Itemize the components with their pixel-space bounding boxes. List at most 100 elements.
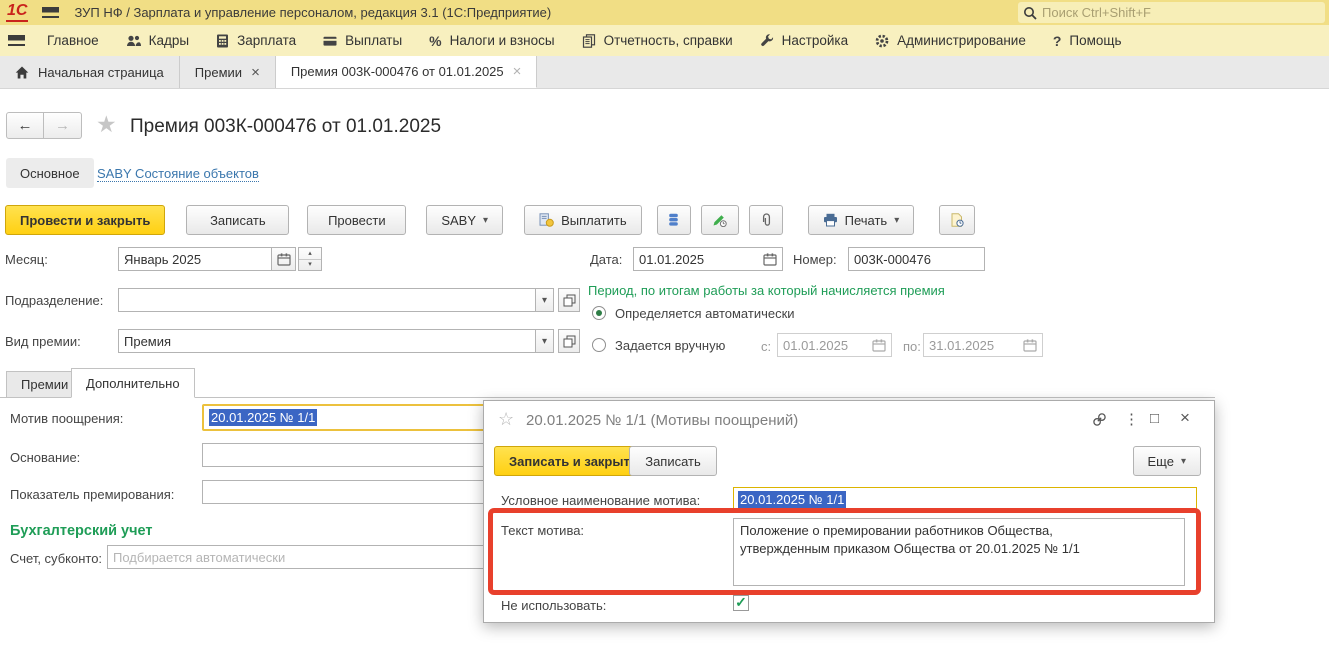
page-title: Премия 003К-000476 от 01.01.2025 (130, 116, 441, 138)
calendar-icon (872, 339, 886, 352)
radio-auto-label[interactable]: Определяется автоматически (615, 306, 795, 321)
saby-menu-button[interactable]: SABY ▾ (426, 205, 503, 235)
month-input[interactable]: Январь 2025 (118, 247, 272, 271)
menu-item-vyplaty[interactable]: Выплаты (323, 33, 402, 48)
to-label: по: (903, 339, 921, 354)
dialog-name-input[interactable]: 20.01.2025 № 1/1 (733, 487, 1197, 512)
back-button[interactable]: ← (6, 112, 44, 139)
saby-state-link[interactable]: SABY Состояние объектов (97, 166, 259, 182)
forward-button[interactable]: → (44, 112, 82, 139)
bonus-type-input[interactable]: Премия (118, 329, 536, 353)
detail-tab-dopolnitelno[interactable]: Дополнительно (71, 368, 195, 398)
chevron-down-icon: ▾ (483, 215, 488, 226)
dialog-title: 20.01.2025 № 1/1 (Мотивы поощрений) (526, 412, 798, 429)
pay-document-icon (539, 213, 554, 227)
department-open-button[interactable] (558, 288, 580, 312)
pencil-clock-icon (712, 213, 727, 227)
main-menu-icon[interactable] (42, 7, 59, 18)
month-label: Месяц: (5, 252, 48, 267)
section-menu-bar: Главное Кадры Зарплата Выплаты % Налоги … (0, 25, 1329, 56)
search-input[interactable] (1042, 5, 1320, 20)
bonus-type-dropdown-button[interactable]: ▾ (535, 329, 554, 353)
post-and-close-button[interactable]: Провести и закрыть (5, 205, 165, 235)
spin-down-icon[interactable]: ▾ (299, 260, 321, 271)
calendar-icon (277, 253, 291, 266)
dialog-more-button[interactable]: Еще ▾ (1133, 446, 1201, 476)
selected-text: 20.01.2025 № 1/1 (738, 491, 846, 508)
spin-up-icon[interactable]: ▴ (299, 248, 321, 260)
chevron-down-icon: ▾ (542, 336, 547, 347)
radio-manual-label[interactable]: Задается вручную (615, 338, 725, 353)
calendar-icon (1023, 339, 1037, 352)
home-icon (15, 66, 29, 79)
calendar-icon[interactable] (763, 253, 777, 266)
print-button[interactable]: Печать ▾ (808, 205, 915, 235)
number-input[interactable]: 003К-000476 (848, 247, 985, 271)
period-section-header: Период, по итогам работы за который начи… (588, 283, 945, 298)
radio-auto[interactable] (592, 306, 606, 320)
menu-item-administrirovanie[interactable]: Администрирование (875, 33, 1026, 48)
menu-item-glavnoe[interactable]: Главное (47, 33, 99, 48)
indicator-label: Показатель премирования: (10, 487, 174, 502)
dialog-text-label: Текст мотива: (501, 523, 584, 538)
menu-item-kadry[interactable]: Кадры (126, 33, 189, 48)
printer-icon (823, 213, 838, 227)
database-icon (667, 213, 680, 227)
wrench-icon (760, 34, 774, 48)
department-dropdown-button[interactable]: ▾ (535, 288, 554, 312)
register-records-button[interactable] (657, 205, 691, 235)
save-button[interactable]: Записать (186, 205, 289, 235)
basis-label: Основание: (10, 450, 80, 465)
dialog-text-input[interactable]: Положение о премировании работников Обще… (733, 518, 1185, 586)
maximize-icon[interactable]: □ (1150, 410, 1159, 427)
close-icon[interactable]: × (513, 63, 522, 80)
dialog-name-label: Условное наименование мотива: (501, 493, 700, 508)
global-search[interactable] (1018, 2, 1325, 23)
tab-premiya-document[interactable]: Премия 003К-000476 от 01.01.2025 × (276, 56, 538, 88)
tab-osnovnoe[interactable]: Основное (6, 158, 94, 188)
more-menu-icon[interactable]: ⋮ (1124, 410, 1139, 428)
close-icon[interactable]: × (251, 64, 260, 81)
dialog-unused-checkbox[interactable]: ✓ (733, 595, 749, 611)
open-in-new-icon (563, 294, 576, 307)
date-input[interactable]: 01.01.2025 (633, 247, 783, 271)
bonus-type-open-button[interactable] (558, 329, 580, 353)
from-input[interactable]: 01.01.2025 (777, 333, 892, 357)
dialog-unused-label: Не использовать: (501, 598, 606, 613)
account-label: Счет, субконто: (10, 551, 102, 566)
percent-icon: % (429, 33, 441, 49)
motive-dialog: ☆ 20.01.2025 № 1/1 (Мотивы поощрений) ⋮ … (483, 400, 1215, 623)
menu-item-zarplata[interactable]: Зарплата (216, 33, 296, 48)
attachments-button[interactable] (749, 205, 783, 235)
month-stepper[interactable]: ▴ ▾ (298, 247, 322, 271)
tab-home[interactable]: Начальная страница (0, 56, 180, 88)
scheduled-document-button[interactable] (939, 205, 975, 235)
open-in-new-icon (563, 335, 576, 348)
sections-panel-icon[interactable] (8, 35, 25, 46)
menu-item-pomosch[interactable]: ? Помощь (1053, 33, 1122, 49)
chevron-down-icon: ▾ (542, 295, 547, 306)
number-label: Номер: (793, 252, 837, 267)
month-calendar-button[interactable] (271, 247, 296, 271)
1c-logo-icon: 1С (6, 3, 28, 22)
to-input[interactable]: 31.01.2025 (923, 333, 1043, 357)
menu-item-otchetnost[interactable]: Отчетность, справки (582, 33, 733, 48)
department-input[interactable] (118, 288, 536, 312)
chevron-down-icon: ▾ (894, 215, 899, 226)
pay-button[interactable]: Выплатить (524, 205, 642, 235)
gear-icon (875, 34, 889, 48)
favorite-star-icon[interactable]: ☆ (498, 409, 514, 430)
dialog-save-button[interactable]: Записать (629, 446, 717, 476)
edit-comment-button[interactable] (701, 205, 739, 235)
favorite-star-icon[interactable]: ★ (96, 111, 117, 138)
close-icon[interactable]: × (1180, 408, 1190, 428)
search-icon (1023, 6, 1037, 20)
menu-item-nalogi[interactable]: % Налоги и взносы (429, 33, 554, 49)
menu-item-nastroyka[interactable]: Настройка (760, 33, 848, 48)
post-button[interactable]: Провести (307, 205, 406, 235)
tab-premii[interactable]: Премии × (180, 56, 276, 88)
link-icon[interactable] (1092, 412, 1107, 427)
reports-icon (582, 34, 596, 48)
radio-manual[interactable] (592, 338, 606, 352)
document-toolbar: Провести и закрыть Записать Провести SAB… (5, 205, 975, 235)
